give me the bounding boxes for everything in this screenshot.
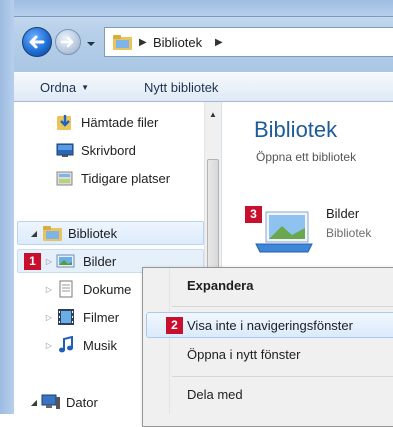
desktop-icon [56,143,74,157]
music-library-icon [59,336,73,353]
callout-badge-2: 2 [166,317,183,334]
collapsed-arrow-icon[interactable]: ▷ [44,257,54,266]
library-item-name[interactable]: Bilder [326,206,359,221]
libraries-folder-icon [43,226,62,241]
nav-item-recent-places[interactable]: Tidigare platser [56,167,170,189]
collapsed-arrow-icon[interactable]: ▷ [44,341,54,350]
breadcrumb-separator-icon[interactable]: ▶ [215,37,223,48]
nav-item-label: Bibliotek [68,225,118,241]
menu-item-hide-from-nav[interactable]: Visa inte i navigeringsfönster [187,318,353,333]
pictures-library-icon [56,254,75,268]
recent-places-icon [56,171,73,186]
callout-badge-1: 1 [24,253,41,270]
breadcrumb-location[interactable]: Bibliotek [153,35,202,50]
window-frame-top [0,0,393,16]
forward-button[interactable] [55,29,81,55]
organize-button[interactable]: Ordna ▼ [40,80,89,95]
nav-item-label: Hämtade filer [81,114,159,130]
nav-item-label: Skrivbord [81,142,136,158]
window-frame-left [0,0,14,414]
menu-separator [172,306,393,307]
page-subtitle: Öppna ett bibliotek [256,150,357,164]
menu-item-expand[interactable]: Expandera [187,278,253,293]
computer-icon [41,394,60,409]
caret-down-icon: ▼ [81,83,90,92]
recent-pages-button[interactable] [86,37,96,47]
nav-item-pictures[interactable]: ▷ Bilder [44,250,116,272]
nav-item-computer[interactable]: ◢ Dator [29,391,98,413]
expanded-arrow-icon[interactable]: ◢ [29,398,39,407]
library-item-type: Bibliotek [326,226,372,240]
menu-separator [172,376,393,377]
nav-item-libraries[interactable]: ◢ Bibliotek [29,222,117,244]
nav-item-desktop[interactable]: Skrivbord [56,139,136,161]
nav-item-downloads[interactable]: Hämtade filer [56,111,158,133]
nav-item-videos[interactable]: ▷ Filmer [44,306,119,328]
collapsed-arrow-icon[interactable]: ▷ [44,285,54,294]
downloads-folder-icon [57,115,71,130]
page-title: Bibliotek [254,117,338,142]
pictures-library-large-icon[interactable] [252,206,316,254]
nav-item-documents[interactable]: ▷ Dokume [44,278,131,300]
nav-item-label: Tidigare platser [81,170,171,186]
back-button[interactable] [22,27,52,57]
chevron-down-icon [87,42,95,46]
nav-item-label: Filmer [83,309,120,325]
nav-item-label: Dator [66,394,98,410]
context-menu-gutter [142,268,170,414]
videos-library-icon [58,309,74,325]
nav-item-label: Dokume [83,281,132,297]
new-library-button[interactable]: Nytt bibliotek [144,80,218,95]
expanded-arrow-icon[interactable]: ◢ [29,229,39,238]
command-bar: Ordna ▼ Nytt bibliotek [14,72,393,102]
documents-library-icon [59,280,73,298]
address-bar[interactable]: ▶ Bibliotek ▶ [104,27,393,57]
organize-label: Ordna [40,80,77,95]
nav-item-label: Musik [83,337,117,353]
scroll-up-arrow-icon[interactable]: ▲ [209,110,217,119]
nav-item-label: Bilder [83,253,117,269]
frame-edge [14,16,393,17]
menu-item-share-with[interactable]: Dela med [187,387,243,402]
breadcrumb-separator-icon[interactable]: ▶ [139,37,147,48]
library-folder-icon [113,35,132,50]
collapsed-arrow-icon[interactable]: ▷ [44,313,54,322]
menu-item-open-new-window[interactable]: Öppna i nytt fönster [187,347,300,362]
forward-arrow-icon [60,36,74,48]
back-arrow-icon [29,35,45,49]
nav-item-music[interactable]: ▷ Musik [44,334,117,356]
